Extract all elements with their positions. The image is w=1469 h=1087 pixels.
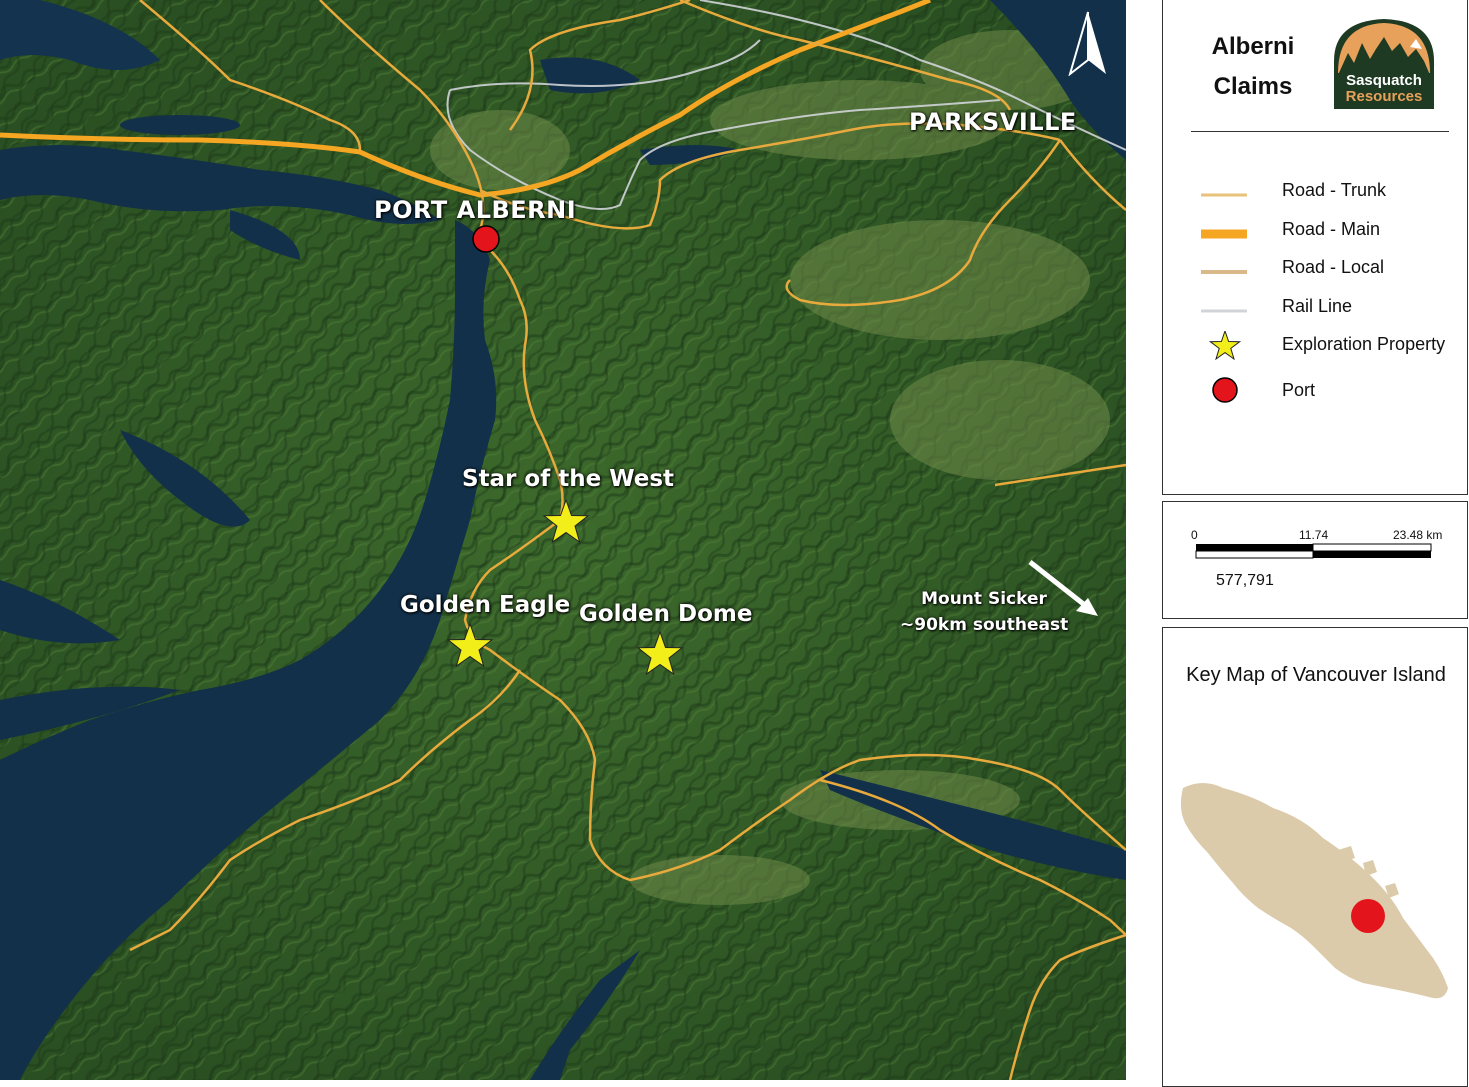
property-label-golden-dome: Golden Dome — [579, 601, 753, 627]
satellite-map[interactable]: PORT ALBERNI PARKSVILLE Star of the West… — [0, 0, 1126, 1080]
tan-line-icon — [1201, 270, 1247, 274]
scale-ratio: 577,791 — [1216, 572, 1274, 589]
map-title-line-1: Alberni — [1211, 33, 1295, 60]
scale-tick-0: 0 — [1191, 528, 1198, 542]
port-marker-port-alberni[interactable] — [470, 223, 502, 255]
legend-item-road-local: Road - Local — [1193, 254, 1463, 284]
town-label-parksville: PARKSVILLE — [909, 108, 1077, 136]
key-map-title: Key Map of Vancouver Island — [1186, 664, 1446, 686]
map-title: Alberni Claims — [1193, 27, 1313, 107]
sasquatch-resources-logo: Sasquatch Resources — [1334, 19, 1434, 109]
legend-item-road-main: Road - Main — [1193, 216, 1463, 246]
gray-line-icon — [1201, 309, 1247, 313]
legend-item-rail-line: Rail Line — [1193, 293, 1463, 323]
vancouver-island-key-map — [1180, 783, 1448, 999]
legend-label: Port — [1282, 380, 1316, 400]
property-marker-golden-dome[interactable] — [636, 630, 684, 676]
svg-text:Sasquatch: Sasquatch — [1346, 72, 1422, 89]
location-marker-icon — [1351, 899, 1385, 933]
scale-bar-panel: 0 11.74 23.48 km 577,791 — [1162, 501, 1468, 619]
star-icon — [1208, 331, 1242, 361]
north-arrow-icon — [1068, 11, 1106, 76]
legend-label: Exploration Property — [1282, 334, 1446, 354]
town-label-port-alberni: PORT ALBERNI — [374, 196, 577, 224]
thin-orange-line-icon — [1201, 193, 1247, 197]
red-dot-icon — [1212, 377, 1238, 403]
property-marker-golden-eagle[interactable] — [446, 622, 494, 668]
legend-item-port: Port — [1193, 377, 1463, 407]
property-label-star-of-the-west: Star of the West — [462, 466, 675, 492]
legend-label: Road - Trunk — [1282, 180, 1387, 200]
scale-tick-2: 23.48 km — [1393, 528, 1443, 542]
legend-panel: Alberni Claims Sasquatch Resources Road … — [1162, 0, 1468, 495]
legend-item-road-trunk: Road - Trunk — [1193, 177, 1463, 207]
scale-bar — [1195, 543, 1432, 559]
legend-label: Road - Local — [1282, 257, 1385, 277]
property-marker-star-of-the-west[interactable] — [542, 498, 590, 544]
property-label-golden-eagle: Golden Eagle — [400, 592, 571, 618]
legend-label: Road - Main — [1282, 219, 1381, 239]
legend-label: Rail Line — [1282, 296, 1353, 316]
key-map-panel: Key Map of Vancouver Island — [1162, 627, 1468, 1087]
legend-divider — [1191, 131, 1449, 132]
thick-orange-line-icon — [1201, 229, 1247, 239]
southeast-arrow-icon — [1028, 560, 1098, 616]
scale-tick-1: 11.74 — [1299, 528, 1329, 542]
map-title-line-2: Claims — [1213, 73, 1293, 100]
svg-text:Resources: Resources — [1346, 88, 1423, 105]
legend-item-exploration-property: Exploration Property — [1193, 331, 1463, 361]
